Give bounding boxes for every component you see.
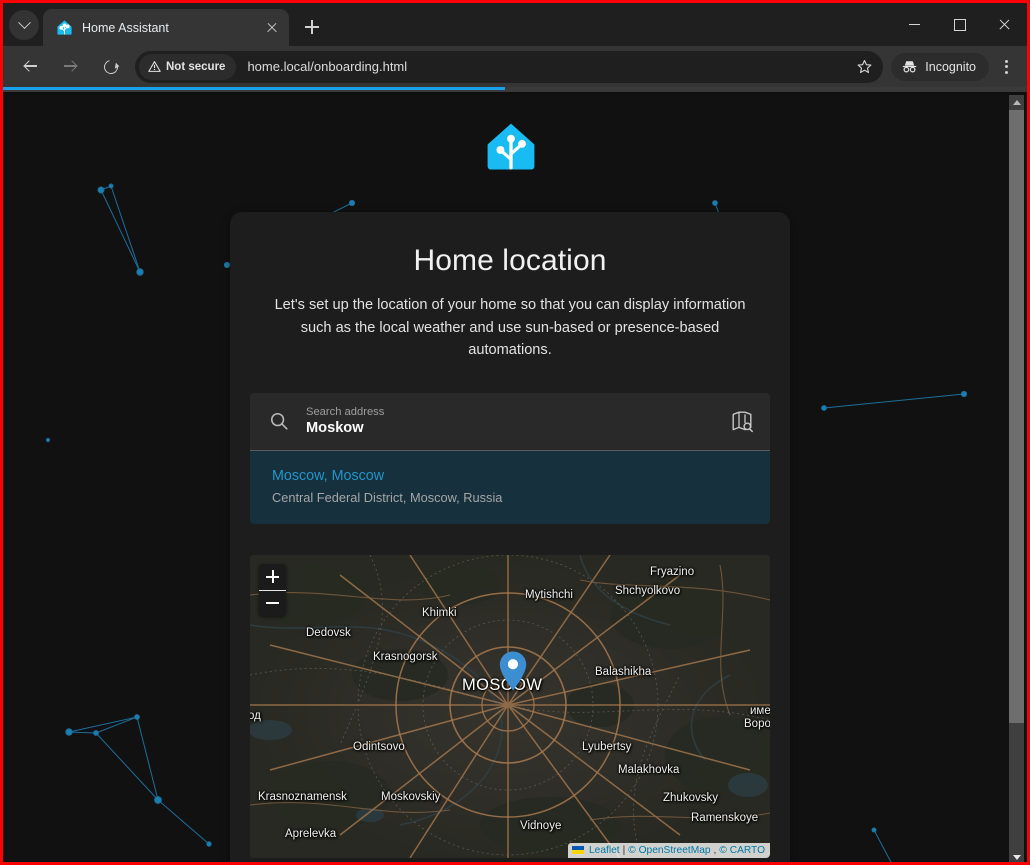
scroll-up-button[interactable] <box>1009 95 1024 110</box>
tab-search-button[interactable] <box>9 10 39 40</box>
page-content: Home location Let's set up the location … <box>6 95 1027 862</box>
scrollbar-thumb[interactable] <box>1009 110 1024 723</box>
triangle-down-icon <box>1012 855 1021 860</box>
search-icon <box>268 410 290 432</box>
page-load-progress-bar <box>3 87 505 90</box>
chevron-down-icon <box>17 15 31 29</box>
map-attribution: Leaflet | © OpenStreetMap , © CARTO <box>568 842 770 858</box>
map-place-label: од <box>250 709 261 722</box>
reload-button[interactable] <box>96 52 126 82</box>
tab-close-icon[interactable] <box>263 19 281 37</box>
bookmark-star-icon[interactable] <box>851 54 877 80</box>
kebab-dot <box>1004 70 1008 74</box>
map-place-label: Moskovskiy <box>381 790 441 803</box>
url-text[interactable]: home.local/onboarding.html <box>247 59 851 74</box>
search-suggestions-list: Moscow, Moscow Central Federal District,… <box>250 449 770 524</box>
map-place-label: Shchyolkovo <box>615 584 681 597</box>
page-description: Let's set up the location of your home s… <box>274 297 746 359</box>
security-status-label: Not secure <box>166 60 226 73</box>
tab-title: Home Assistant <box>82 20 169 35</box>
map-place-label: име <box>750 704 770 717</box>
maximize-button[interactable] <box>937 3 982 46</box>
ukraine-flag-icon <box>572 846 585 855</box>
reload-icon <box>101 56 121 77</box>
zoom-in-button[interactable] <box>259 564 286 590</box>
kebab-dot <box>1004 59 1008 63</box>
search-address-field[interactable]: Search address <box>250 392 770 450</box>
suggestion-item[interactable]: Moscow, Moscow Central Federal District,… <box>250 450 770 524</box>
browser-chrome: Home Assistant Not secure home.local/onb… <box>3 3 1027 92</box>
page-title: Home location <box>413 244 607 277</box>
map-place-label: Odintsovo <box>353 740 405 753</box>
incognito-icon <box>901 58 918 75</box>
attribution-comma: , <box>713 844 717 856</box>
browser-menu-button[interactable] <box>993 52 1019 82</box>
location-map[interactable]: Fryazino Shchyolkovo Mytishchi Khimki Dedovs… <box>250 554 770 858</box>
security-status-badge[interactable]: Not secure <box>139 53 237 80</box>
window-controls <box>892 3 1027 46</box>
onboarding-card: Home location Let's set up the location … <box>230 212 790 862</box>
map-footer: Powered by OpenStreetMap (Privacy policy… <box>230 858 790 862</box>
map-place-label: Vidnoye <box>520 819 562 832</box>
close-window-button[interactable] <box>982 3 1027 46</box>
warning-triangle-icon <box>148 60 161 73</box>
map-place-label: Fryazino <box>650 565 695 578</box>
incognito-label: Incognito <box>925 59 976 74</box>
map-place-label: Krasnogorsk <box>373 650 438 663</box>
page-load-progress-track <box>3 87 1027 92</box>
carto-link[interactable]: © CARTO <box>719 845 765 856</box>
home-assistant-logo <box>484 120 538 174</box>
map-zoom-controls[interactable] <box>259 563 286 616</box>
zoom-out-button[interactable] <box>259 589 286 616</box>
suggestion-subtitle: Central Federal District, Moscow, Russia <box>272 489 503 505</box>
triangle-up-icon <box>1012 100 1021 105</box>
page-scrollbar[interactable] <box>1009 95 1024 862</box>
map-place-label: Khimki <box>422 606 457 619</box>
back-button[interactable] <box>16 52 46 82</box>
new-tab-button[interactable] <box>298 13 326 41</box>
scroll-down-button[interactable] <box>1009 850 1024 862</box>
map-place-label: Zhukovsky <box>663 791 718 804</box>
search-input[interactable] <box>306 419 730 438</box>
address-bar[interactable]: Not secure home.local/onboarding.html <box>135 50 884 83</box>
suggestion-title: Moscow, Moscow <box>272 467 385 484</box>
map-place-label: Malakhovka <box>618 763 680 776</box>
browser-toolbar: Not secure home.local/onboarding.html In… <box>3 46 1027 87</box>
browser-tab[interactable]: Home Assistant <box>43 9 289 46</box>
map-place-label: Lyubertsy <box>582 740 632 753</box>
minimize-button[interactable] <box>892 3 937 46</box>
forward-button[interactable] <box>56 52 86 82</box>
map-search-icon[interactable] <box>730 409 754 433</box>
home-assistant-favicon <box>56 19 73 36</box>
address-search-block: Search address Moscow, Mos <box>250 392 770 524</box>
map-place-label: Krasnoznamensk <box>258 790 347 803</box>
map-place-label: Balashikha <box>595 665 652 678</box>
map-place-label: Mytishchi <box>525 588 573 601</box>
location-pin-icon[interactable] <box>498 650 528 692</box>
forward-arrow-icon <box>65 61 76 72</box>
browser-window: Home Assistant Not secure home.local/onb… <box>0 0 1030 865</box>
incognito-indicator[interactable]: Incognito <box>891 52 989 81</box>
tab-strip: Home Assistant <box>3 3 1027 46</box>
back-arrow-icon <box>25 61 37 72</box>
search-field-label: Search address <box>306 405 385 418</box>
kebab-dot <box>1004 65 1008 69</box>
leaflet-link[interactable]: Leaflet <box>589 845 620 856</box>
map-place-label: Ramenskoye <box>691 811 759 824</box>
openstreetmap-link[interactable]: © OpenStreetMap <box>628 845 710 856</box>
attribution-separator: | <box>622 844 626 856</box>
map-place-label: Ворово <box>744 717 770 730</box>
map-place-label: Aprelevka <box>285 827 337 840</box>
map-place-label: Dedovsk <box>306 626 351 639</box>
